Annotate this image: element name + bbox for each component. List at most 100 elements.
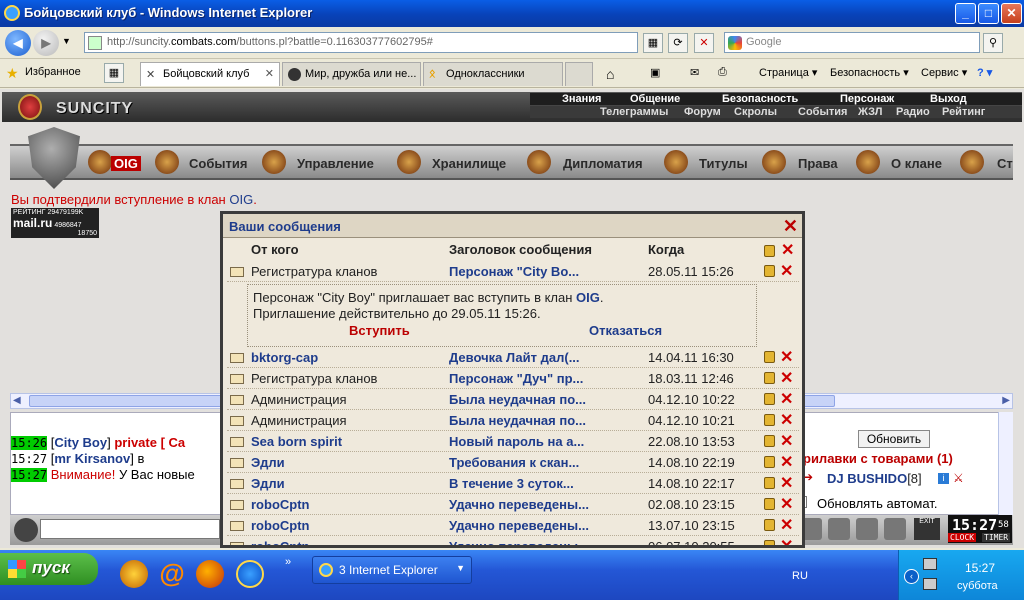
nav-character[interactable]: Персонаж — [840, 93, 894, 105]
clan-nav-about[interactable]: О клане — [891, 156, 942, 171]
accept-invite-link[interactable]: Вступить — [349, 323, 410, 338]
refresh-button[interactable]: ⟳ — [668, 33, 688, 53]
talk-icon[interactable] — [14, 518, 38, 542]
exit-icon[interactable]: EXIT — [914, 518, 940, 540]
message-subject[interactable]: Требования к скан... — [449, 455, 579, 470]
home-icon[interactable]: ⌂ — [606, 66, 614, 82]
delete-icon[interactable]: ✕ — [780, 515, 793, 535]
lock-icon[interactable] — [764, 414, 775, 426]
lock-icon[interactable] — [764, 435, 775, 447]
message-row[interactable]: Регистратура кланов Персонаж "Дуч" пр... 1… — [227, 368, 799, 389]
nav-events[interactable]: События — [798, 106, 847, 118]
network-icon[interactable] — [923, 578, 937, 590]
favorites-button[interactable]: Избранное — [25, 66, 81, 78]
game-client-icon[interactable] — [120, 560, 148, 588]
clan-nav-titles[interactable]: Титулы — [699, 156, 748, 171]
taskbar-ie-group[interactable]: 3 Internet Explorer ▼ — [312, 556, 472, 584]
lock-icon[interactable] — [764, 265, 775, 277]
message-subject[interactable]: В течение 3 суток... — [449, 476, 574, 491]
delete-icon[interactable]: ✕ — [780, 410, 793, 430]
chat-input[interactable] — [40, 519, 220, 539]
message-row[interactable]: Эдли Требования к скан... 14.08.10 22:19 ✕ — [227, 452, 799, 473]
message-sender[interactable]: bktorg-cap — [251, 350, 318, 365]
delete-icon[interactable]: ✕ — [780, 347, 793, 367]
shops-title[interactable]: рилавки с товарами (1) — [803, 451, 953, 466]
action-icon[interactable] — [856, 518, 878, 540]
lock-icon[interactable] — [764, 456, 775, 468]
mailru-agent-icon[interactable]: @ — [158, 560, 186, 588]
start-button[interactable]: пуск — [0, 553, 98, 585]
message-sender[interactable]: Sea born spirit — [251, 434, 342, 449]
minimize-button[interactable]: _ — [955, 3, 976, 24]
message-row[interactable]: Sea born spirit Новый пароль на а... 22.08… — [227, 431, 799, 452]
message-subject[interactable]: Была неудачная по... — [449, 392, 586, 407]
clan-nav-rights[interactable]: Права — [798, 156, 838, 171]
back-button[interactable]: ◀ — [5, 30, 31, 56]
message-subject[interactable]: Персонаж "Дуч" пр... — [449, 371, 583, 386]
close-dialog-icon[interactable]: ✕ — [783, 216, 798, 237]
print-icon[interactable]: ⎙ — [718, 66, 727, 79]
message-sender[interactable]: roboCptn — [251, 497, 309, 512]
delete-icon[interactable]: ✕ — [780, 431, 793, 451]
clan-nav-oig[interactable]: OIG — [111, 156, 141, 171]
nav-radio[interactable]: Радио — [896, 106, 930, 118]
quick-tabs-button[interactable]: ▦ — [104, 63, 124, 83]
message-row[interactable]: roboCptn Удачно переведены... 13.07.10 23:… — [227, 515, 799, 536]
delete-icon[interactable]: ✕ — [780, 261, 793, 281]
message-row[interactable]: bktorg-cap Девочка Лайт дал(... 14.04.11 1… — [227, 347, 799, 368]
nav-rating[interactable]: Рейтинг — [942, 106, 985, 118]
nav-security[interactable]: Безопасность — [722, 93, 798, 105]
lock-icon[interactable] — [764, 351, 775, 363]
delete-icon[interactable]: ✕ — [780, 389, 793, 409]
delete-all-icon[interactable]: ✕ — [781, 240, 794, 260]
delete-icon[interactable]: ✕ — [780, 368, 793, 388]
network-icon[interactable] — [923, 558, 937, 570]
message-row[interactable]: Эдли В течение 3 суток... 14.08.10 22:17 ✕ — [227, 473, 799, 494]
mail-icon[interactable]: ✉ — [690, 66, 699, 79]
lock-all-icon[interactable] — [764, 245, 775, 257]
delete-icon[interactable]: ✕ — [780, 473, 793, 493]
quicklaunch-more-icon[interactable]: » — [285, 556, 291, 568]
message-subject[interactable]: Удачно переведены... — [449, 497, 589, 512]
message-row[interactable]: Администрация Была неудачная по... 04.12.1… — [227, 389, 799, 410]
close-window-button[interactable]: ✕ — [1001, 3, 1022, 24]
message-row[interactable]: roboCptn Удачно переведены... 06.07.10 20:… — [227, 536, 799, 545]
close-tab-icon[interactable]: ✕ — [265, 67, 274, 80]
delete-icon[interactable]: ✕ — [780, 452, 793, 472]
lock-icon[interactable] — [764, 540, 775, 545]
tab-world[interactable]: Мир, дружба или не... — [282, 62, 421, 86]
chat-scrollbar[interactable] — [998, 412, 1013, 515]
clan-nav-more[interactable]: Ст — [997, 156, 1013, 171]
lock-icon[interactable] — [764, 519, 775, 531]
lock-icon[interactable] — [764, 393, 775, 405]
ie-quicklaunch-icon[interactable] — [236, 560, 264, 588]
message-sender[interactable]: Эдли — [251, 476, 285, 491]
lock-icon[interactable] — [764, 477, 775, 489]
tab-combats[interactable]: ✕ Бойцовский клуб ✕ — [140, 62, 280, 86]
nav-knowledge[interactable]: Знания — [562, 93, 601, 105]
nav-scrolls[interactable]: Скролы — [734, 106, 777, 118]
delete-icon[interactable]: ✕ — [780, 494, 793, 514]
message-row[interactable]: roboCptn Удачно переведены... 02.08.10 23:… — [227, 494, 799, 515]
action-icon[interactable] — [828, 518, 850, 540]
search-input[interactable]: Google — [724, 32, 980, 53]
stop-button[interactable]: ✕ — [694, 33, 714, 53]
message-sender[interactable]: Эдли — [251, 455, 285, 470]
message-subject[interactable]: Девочка Лайт дал(... — [449, 350, 580, 365]
nav-communication[interactable]: Общение — [630, 93, 680, 105]
clan-nav-storage[interactable]: Хранилище — [432, 156, 506, 171]
message-subject[interactable]: Удачно переведены... — [449, 539, 589, 545]
lock-icon[interactable] — [764, 372, 775, 384]
info-icon[interactable]: i — [938, 473, 949, 484]
nav-forum[interactable]: Форум — [684, 106, 721, 118]
feeds-icon[interactable]: ▣ — [650, 66, 660, 79]
tray-clock[interactable]: 15:27 — [965, 561, 995, 575]
message-row[interactable]: Администрация Была неудачная по... 04.12.1… — [227, 410, 799, 431]
address-input[interactable]: http://suncity.combats.com/buttons.pl?ba… — [84, 32, 638, 53]
firefox-icon[interactable] — [196, 560, 224, 588]
menu-service[interactable]: Сервис ▾ — [921, 66, 967, 79]
clan-nav-events[interactable]: События — [189, 156, 247, 171]
clan-nav-diplomacy[interactable]: Дипломатия — [563, 156, 643, 171]
message-sender[interactable]: roboCptn — [251, 539, 309, 545]
lock-icon[interactable] — [764, 498, 775, 510]
